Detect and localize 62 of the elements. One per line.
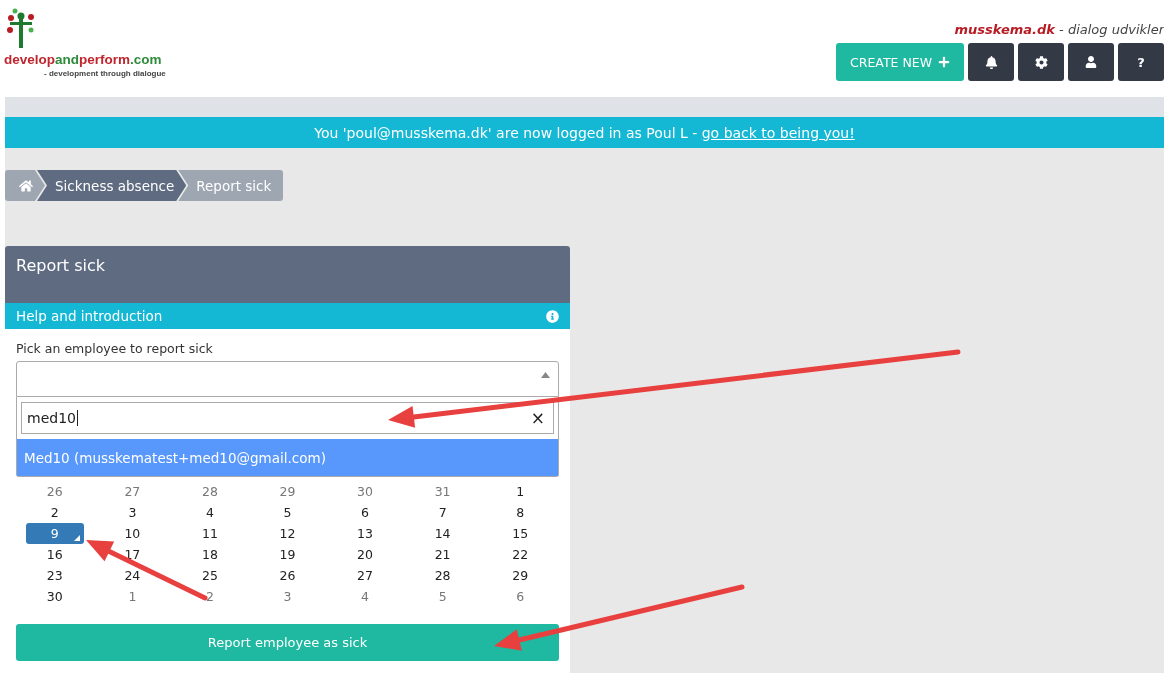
calendar-day[interactable]: 23 — [43, 565, 66, 586]
calendar-day[interactable]: 12 — [276, 523, 299, 544]
calendar-day[interactable]: 7 — [435, 502, 450, 523]
calendar-day[interactable]: 11 — [198, 523, 221, 544]
calendar-day[interactable]: 5 — [280, 502, 295, 523]
logo-tagline: - development through dialogue — [44, 69, 166, 78]
calendar-day[interactable]: 2 — [202, 586, 217, 607]
search-field[interactable]: med10 × — [21, 402, 554, 434]
info-icon — [546, 309, 559, 323]
calendar-day[interactable]: 30 — [354, 481, 376, 502]
plus-icon — [938, 56, 950, 68]
brand-text: musskema.dk - dialog udvikler — [954, 22, 1164, 37]
calendar-day[interactable]: 1 — [513, 481, 528, 502]
calendar-day[interactable]: 20 — [354, 544, 376, 565]
calendar-day[interactable]: 10 — [121, 523, 144, 544]
logo-text: developandperform.com — [4, 52, 163, 67]
calendar-day[interactable]: 6 — [358, 502, 373, 523]
user-button[interactable] — [1068, 43, 1114, 81]
calendar-day[interactable]: 29 — [509, 565, 532, 586]
calendar-day[interactable]: 24 — [121, 565, 144, 586]
notifications-button[interactable] — [968, 43, 1014, 81]
calendar-day[interactable]: 19 — [276, 544, 299, 565]
calendar-day[interactable]: 26 — [276, 565, 299, 586]
calendar-day[interactable]: 28 — [198, 481, 221, 502]
calendar-day[interactable]: 6 — [513, 586, 528, 607]
breadcrumb-item[interactable]: Sickness absence — [37, 170, 187, 201]
calendar-day[interactable]: 5 — [435, 586, 450, 607]
calendar-day[interactable]: 26 — [43, 481, 66, 502]
calendar-day[interactable]: 4 — [358, 586, 373, 607]
calendar-day[interactable]: 4 — [202, 502, 217, 523]
caret-icon — [541, 372, 550, 378]
help-button[interactable]: ? — [1118, 43, 1164, 81]
calendar-day[interactable]: 8 — [513, 502, 528, 523]
panel-title: Report sick — [5, 246, 570, 303]
banner-text: You 'poul@musskema.dk' are now logged in as Poul L - — [314, 124, 699, 141]
calendar-day[interactable]: 9 — [25, 523, 84, 544]
clear-icon[interactable]: × — [530, 408, 545, 428]
calendar-day[interactable]: 3 — [125, 502, 140, 523]
calendar-day[interactable]: 28 — [431, 565, 454, 586]
calendar-day[interactable]: 27 — [354, 565, 376, 586]
calendar-day[interactable]: 3 — [280, 586, 295, 607]
calendar-day[interactable]: 14 — [431, 523, 454, 544]
home-icon — [19, 178, 33, 193]
calendar-day[interactable]: 31 — [431, 481, 454, 502]
gear-icon — [1034, 55, 1048, 69]
calendar-day[interactable]: 18 — [198, 544, 221, 565]
calendar-day[interactable]: 27 — [121, 481, 144, 502]
calendar-day[interactable]: 25 — [198, 565, 221, 586]
settings-button[interactable] — [1018, 43, 1064, 81]
calendar-day[interactable]: 15 — [509, 523, 532, 544]
home-breadcrumb[interactable] — [5, 170, 45, 201]
calendar-day[interactable]: 22 — [509, 544, 532, 565]
field-label: Pick an employee to report sick — [16, 341, 214, 356]
bell-icon — [984, 55, 998, 69]
calendar-day[interactable]: 1 — [125, 586, 140, 607]
user-icon — [1085, 56, 1097, 68]
calendar-day[interactable]: 16 — [43, 544, 66, 565]
calendar-day[interactable]: 21 — [431, 544, 454, 565]
calendar-day[interactable]: 2 — [47, 502, 62, 523]
calendar-day[interactable]: 30 — [43, 586, 66, 607]
calendar-day[interactable]: 29 — [276, 481, 299, 502]
calendar-day[interactable]: 13 — [354, 523, 376, 544]
